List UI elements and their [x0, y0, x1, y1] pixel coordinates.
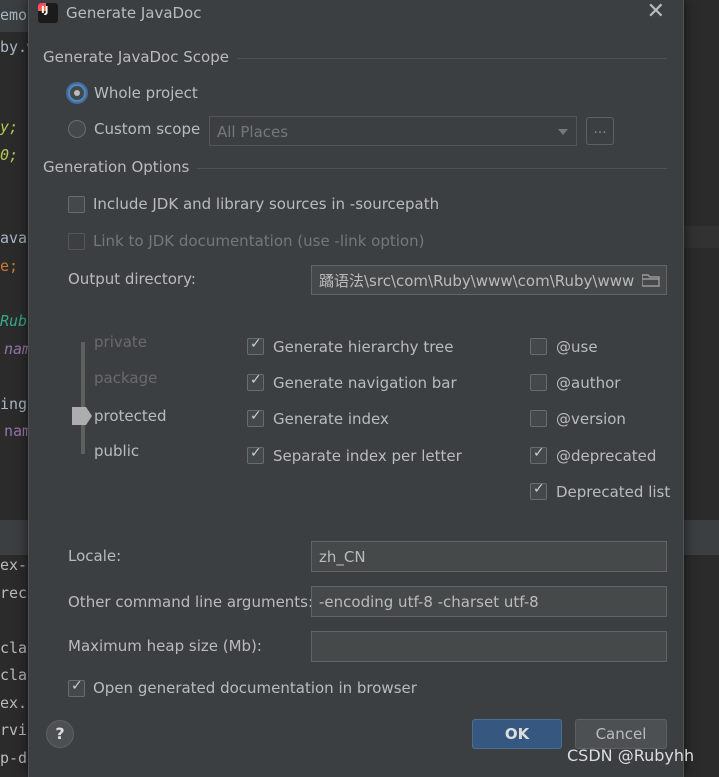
version-tag-checkbox[interactable]	[530, 410, 547, 427]
javadoc-dialog: IJ Generate JavaDoc ✕ Generate JavaDoc S…	[28, 0, 684, 777]
options-separator	[197, 168, 667, 169]
scope-separator	[237, 58, 667, 59]
heap-size-label: Maximum heap size (Mb):	[68, 637, 262, 655]
author-tag-checkbox[interactable]	[530, 374, 547, 391]
intellij-app-icon: IJ	[38, 3, 58, 23]
output-dir-label: Output directory:	[68, 270, 196, 288]
index-checkbox[interactable]	[247, 408, 264, 427]
scope-combo[interactable]: All Places	[209, 116, 577, 146]
console-line: cla	[0, 666, 28, 684]
use-tag-label[interactable]: @use	[556, 338, 598, 356]
console-line: rvi	[0, 721, 28, 739]
console-line: ex-	[0, 556, 28, 574]
editor-line-highlight	[684, 226, 719, 248]
console-line: cla	[0, 639, 28, 657]
deprecated-list-label[interactable]: Deprecated list	[556, 483, 670, 501]
visibility-public[interactable]: public	[94, 442, 139, 460]
code-line: Rub	[0, 312, 28, 330]
hierarchy-label[interactable]: Generate hierarchy tree	[273, 338, 454, 356]
visibility-slider-track[interactable]	[81, 342, 85, 454]
help-button[interactable]: ?	[46, 720, 74, 748]
code-line: nam	[4, 422, 32, 440]
ok-button[interactable]: OK	[472, 719, 562, 749]
visibility-package[interactable]: package	[94, 369, 157, 387]
visibility-slider-thumb[interactable]	[72, 407, 92, 425]
visibility-protected[interactable]: protected	[94, 407, 167, 425]
deprecated-tag-label[interactable]: @deprecated	[556, 447, 656, 465]
include-jdk-checkbox[interactable]	[68, 196, 85, 213]
code-line: emo	[0, 6, 28, 24]
index-label[interactable]: Generate index	[273, 410, 389, 428]
separate-index-label[interactable]: Separate index per letter	[273, 447, 462, 465]
hierarchy-checkbox[interactable]	[247, 336, 264, 355]
open-browser-label[interactable]: Open generated documentation in browser	[93, 679, 417, 697]
navigation-label[interactable]: Generate navigation bar	[273, 374, 457, 392]
code-line: e;	[0, 257, 19, 275]
close-icon[interactable]: ✕	[647, 1, 665, 23]
open-browser-checkbox[interactable]	[68, 678, 85, 697]
scope-browse-button[interactable]: ...	[586, 117, 614, 145]
output-dir-field[interactable]: 蹫语法\src\com\Ruby\www\com\Ruby\www	[311, 265, 667, 295]
dialog-titlebar: IJ Generate JavaDoc ✕	[29, 0, 683, 26]
chevron-down-icon	[558, 129, 568, 135]
custom-scope-radio[interactable]	[68, 120, 86, 138]
code-line: nam	[4, 340, 32, 358]
author-tag-label[interactable]: @author	[556, 374, 620, 392]
locale-input[interactable]: zh_CN	[311, 541, 667, 572]
use-tag-checkbox[interactable]	[530, 338, 547, 355]
deprecated-list-checkbox[interactable]	[530, 481, 547, 500]
folder-icon[interactable]	[642, 274, 660, 287]
code-line: 0;	[0, 146, 19, 164]
cancel-button[interactable]: Cancel	[575, 719, 667, 749]
whole-project-label[interactable]: Whole project	[94, 84, 198, 102]
locale-label: Locale:	[68, 547, 122, 565]
visibility-private[interactable]: private	[94, 333, 147, 351]
heap-size-input[interactable]	[311, 631, 667, 662]
dialog-title: Generate JavaDoc	[66, 4, 202, 22]
console-line: ex.	[0, 694, 28, 712]
separate-index-checkbox[interactable]	[247, 445, 264, 464]
code-line: ava	[0, 229, 28, 247]
link-jdk-label: Link to JDK documentation (use -link opt…	[93, 232, 425, 250]
args-input[interactable]: -encoding utf-8 -charset utf-8	[311, 586, 667, 617]
output-dir-value: 蹫语法\src\com\Ruby\www\com\Ruby\www	[319, 272, 635, 290]
custom-scope-label[interactable]: Custom scope	[94, 120, 200, 138]
console-line: rec	[0, 584, 28, 602]
scope-combo-value: All Places	[217, 123, 289, 141]
deprecated-tag-checkbox[interactable]	[530, 445, 547, 464]
code-line: y;	[0, 118, 19, 136]
csdn-watermark: CSDN @Rubyhh	[567, 746, 695, 765]
args-label: Other command line arguments:	[68, 593, 314, 611]
navigation-checkbox[interactable]	[247, 372, 264, 391]
whole-project-radio[interactable]	[68, 84, 86, 102]
options-group-title: Generation Options	[43, 158, 190, 176]
scope-group-title: Generate JavaDoc Scope	[43, 48, 229, 66]
code-line: ing	[0, 395, 28, 413]
version-tag-label[interactable]: @version	[556, 410, 626, 428]
link-jdk-checkbox[interactable]	[68, 233, 85, 250]
include-jdk-label[interactable]: Include JDK and library sources in -sour…	[93, 195, 439, 213]
